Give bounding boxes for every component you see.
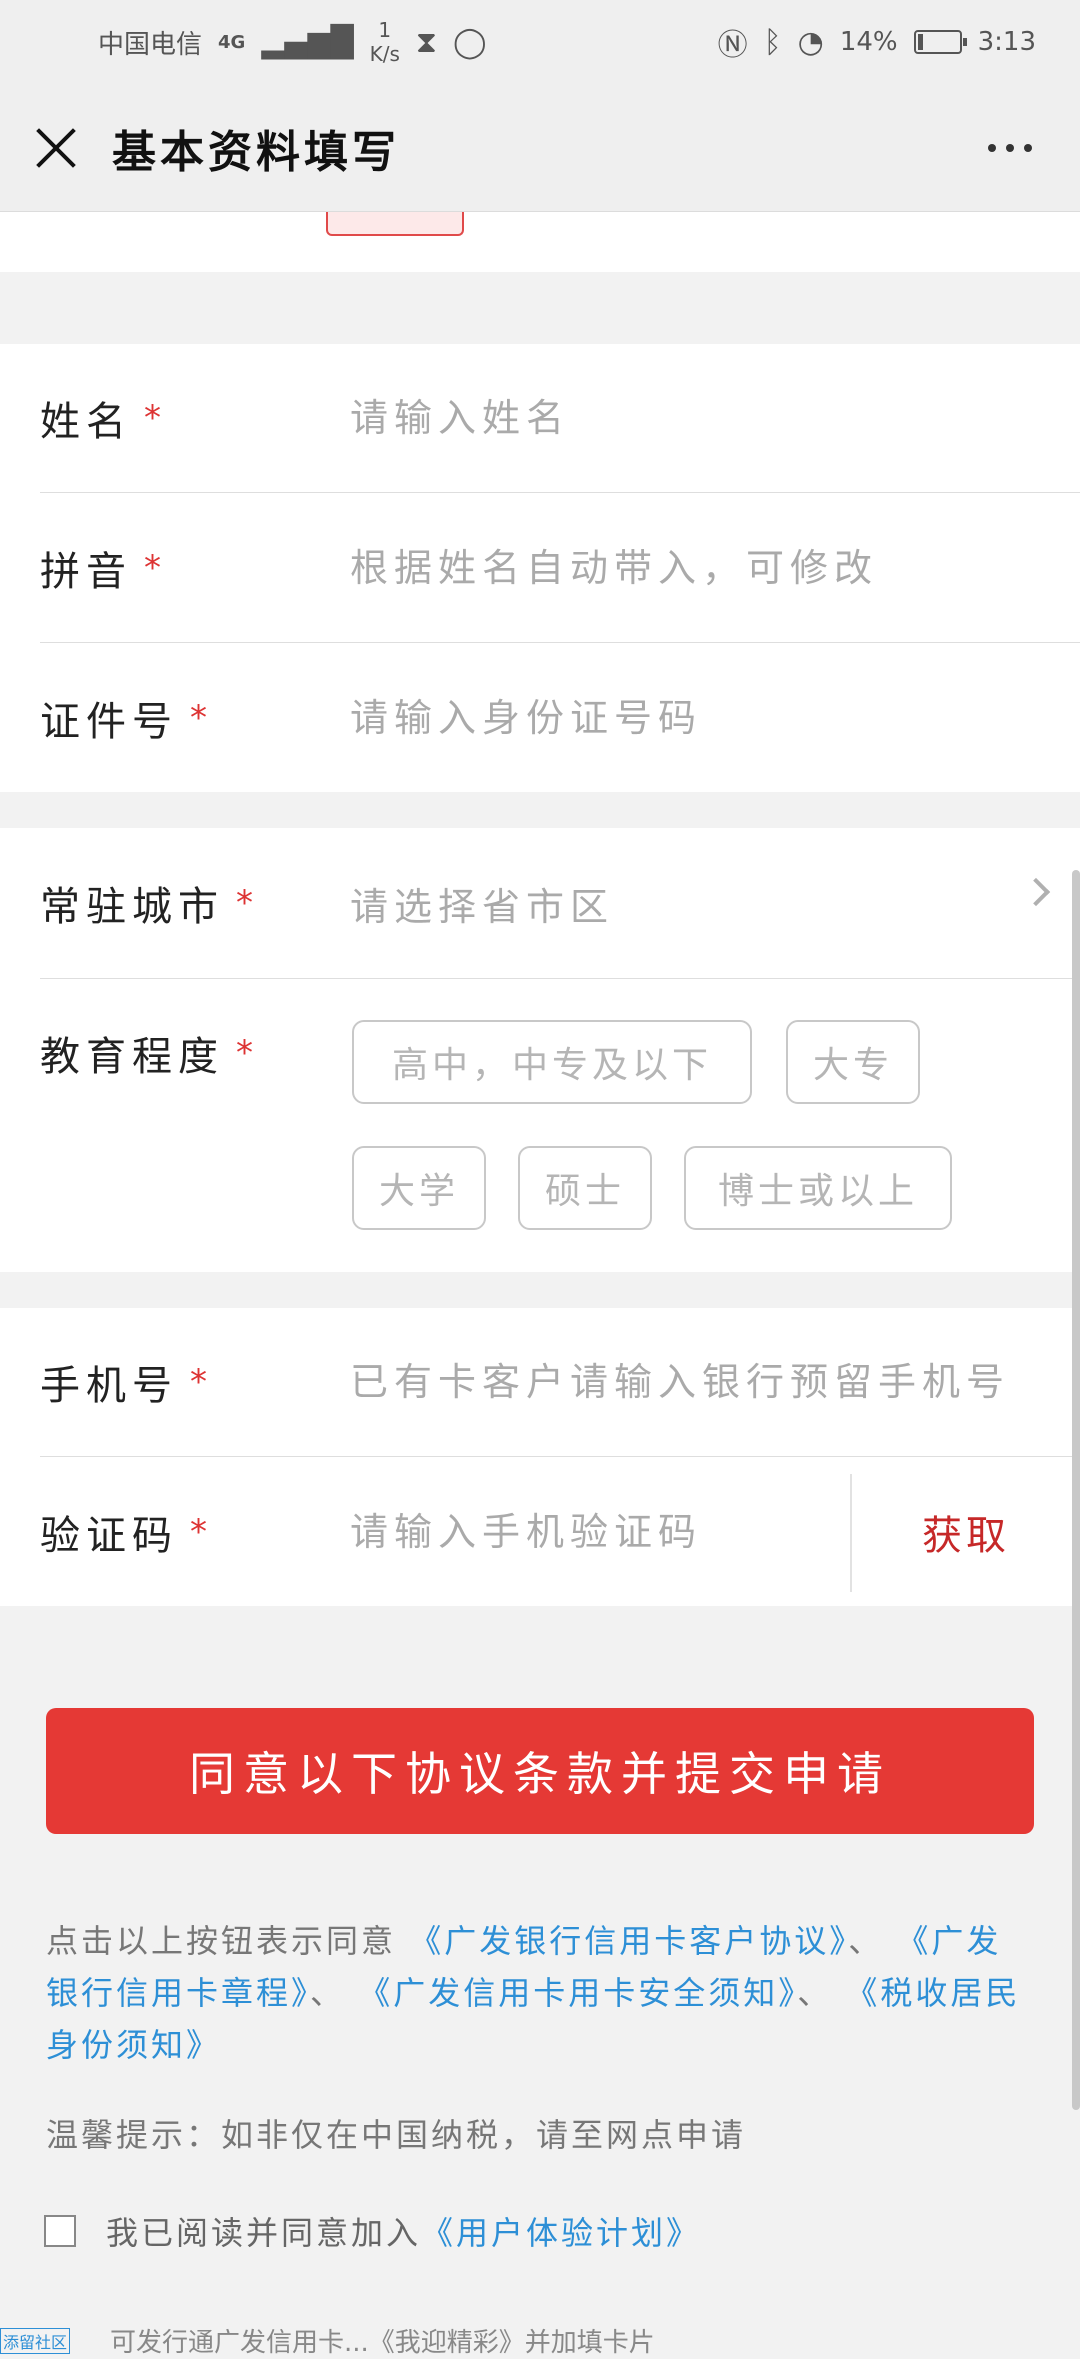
selected-tag-remnant <box>326 212 464 236</box>
more-dot <box>1024 143 1032 152</box>
required-mark: * <box>144 398 167 438</box>
title-bar: 基本资料填写 <box>0 84 1080 212</box>
phone-label: 手机号 * <box>40 1353 350 1411</box>
more-dot <box>988 143 996 152</box>
id-number-label: 证件号 * <box>40 689 350 747</box>
close-icon[interactable] <box>34 126 78 170</box>
education-label: 教育程度 * <box>40 1024 350 1082</box>
scrolled-section-remnant <box>0 212 1080 272</box>
status-right: Ⓝ ᛒ ◔ 14% 3:13 <box>718 20 1036 64</box>
status-bar: 中国电信 4G ▂▄▆█ 1 K/s ⧗ ◯ Ⓝ ᛒ ◔ 14% 3:13 <box>0 0 1080 84</box>
pinyin-row: 拼音 * <box>40 494 1080 643</box>
more-dot <box>1006 143 1014 152</box>
required-mark: * <box>190 1362 213 1402</box>
required-mark: * <box>190 698 213 738</box>
battery-fill <box>917 34 924 50</box>
education-label-text: 教育程度 <box>40 1034 224 1080</box>
phone-row: 手机号 * <box>40 1308 1080 1457</box>
name-row: 姓名 * <box>40 344 1080 493</box>
speed-unit: K/s <box>369 42 400 66</box>
profile-section: 常驻城市 * 请选择省市区 教育程度 * 高中，中专及以下 大专 大学 硕士 博… <box>0 828 1080 1272</box>
consent-row: 我已阅读并同意加入 《用户体验计划》 <box>44 2208 701 2254</box>
scrollbar[interactable] <box>1072 870 1080 2110</box>
agreement-separator: 、 <box>310 1974 359 2012</box>
pinyin-input[interactable] <box>350 546 1030 590</box>
nfc-icon: Ⓝ <box>717 28 748 63</box>
required-mark: * <box>236 1033 259 1073</box>
battery-percent: 14% <box>839 27 898 57</box>
user-experience-plan-link[interactable]: 《用户体验计划》 <box>421 2208 701 2254</box>
battery-icon <box>913 30 967 54</box>
agreement-prefix: 点击以上按钮表示同意 <box>46 1922 410 1960</box>
consent-checkbox[interactable] <box>44 2215 76 2247</box>
more-options-icon[interactable] <box>988 143 1046 152</box>
network-type: 4G <box>218 31 246 53</box>
hourglass-icon: ⧗ <box>415 24 437 60</box>
id-number-row: 证件号 * <box>40 644 1080 792</box>
carrier-name: 中国电信 <box>98 29 203 60</box>
name-label-text: 姓名 <box>40 399 132 445</box>
speedometer-icon: ◔ <box>797 24 824 60</box>
city-select[interactable]: 请选择省市区 <box>350 876 1030 931</box>
code-divider <box>850 1474 852 1592</box>
education-option[interactable]: 大专 <box>786 1020 920 1104</box>
phone-label-text: 手机号 <box>40 1363 178 1409</box>
city-label-text: 常驻城市 <box>40 884 224 930</box>
speed-value: 1 <box>378 18 392 42</box>
page-title: 基本资料填写 <box>112 126 400 178</box>
agreement-text: 点击以上按钮表示同意 《广发银行信用卡客户协议》、 《广发银行信用卡章程》、 《… <box>46 1915 1036 2071</box>
code-input[interactable] <box>350 1510 830 1554</box>
clock-time: 3:13 <box>977 27 1036 57</box>
pinyin-label-text: 拼音 <box>40 549 132 595</box>
required-mark: * <box>236 883 259 923</box>
education-option[interactable]: 高中，中专及以下 <box>352 1020 752 1104</box>
city-label: 常驻城市 * <box>40 874 350 932</box>
id-number-label-text: 证件号 <box>40 699 178 745</box>
code-label-text: 验证码 <box>40 1513 178 1559</box>
name-input[interactable] <box>350 396 1030 440</box>
loading-circle-icon: ◯ <box>452 24 487 60</box>
name-label: 姓名 * <box>40 389 350 447</box>
customer-agreement-link[interactable]: 《广发银行信用卡客户协议》 <box>409 1922 848 1960</box>
consent-text: 我已阅读并同意加入 <box>106 2214 422 2252</box>
pinyin-label: 拼音 * <box>40 539 350 597</box>
identity-section: 姓名 * 拼音 * 证件号 * <box>0 344 1080 792</box>
agreement-separator: 、 <box>797 1974 846 2012</box>
bottom-text: 可发行通广发信用卡...《我迎精彩》并加填卡片 <box>110 2328 655 2358</box>
signal-icon: ▂▄▆█ <box>261 24 354 60</box>
phone-input[interactable] <box>350 1360 1040 1404</box>
tip-text: 温馨提示：如非仅在中国纳税，请至网点申请 <box>46 2116 747 2154</box>
bottom-strip: 添留社区 可发行通广发信用卡...《我迎精彩》并加填卡片 <box>0 2322 655 2359</box>
required-mark: * <box>190 1512 213 1552</box>
education-option[interactable]: 博士或以上 <box>684 1146 952 1230</box>
education-option[interactable]: 硕士 <box>518 1146 652 1230</box>
education-option[interactable]: 大学 <box>352 1146 486 1230</box>
city-row[interactable]: 常驻城市 * 请选择省市区 <box>40 828 1080 979</box>
bluetooth-icon: ᛒ <box>763 24 782 60</box>
required-mark: * <box>144 548 167 588</box>
id-number-input[interactable] <box>350 696 1030 740</box>
code-label: 验证码 * <box>40 1503 350 1561</box>
agreement-separator: 、 <box>848 1922 897 1960</box>
security-notice-link[interactable]: 《广发信用卡用卡安全须知》 <box>358 1974 797 2012</box>
submit-button[interactable]: 同意以下协议条款并提交申请 <box>46 1708 1034 1834</box>
network-speed: 1 K/s <box>370 18 400 66</box>
community-badge[interactable]: 添留社区 <box>0 2327 71 2354</box>
get-code-button[interactable]: 获取 <box>922 1458 1010 1606</box>
status-left: 中国电信 4G ▂▄▆█ 1 K/s ⧗ ◯ <box>98 18 487 66</box>
contact-section: 手机号 * 验证码 * 获取 <box>0 1308 1080 1606</box>
